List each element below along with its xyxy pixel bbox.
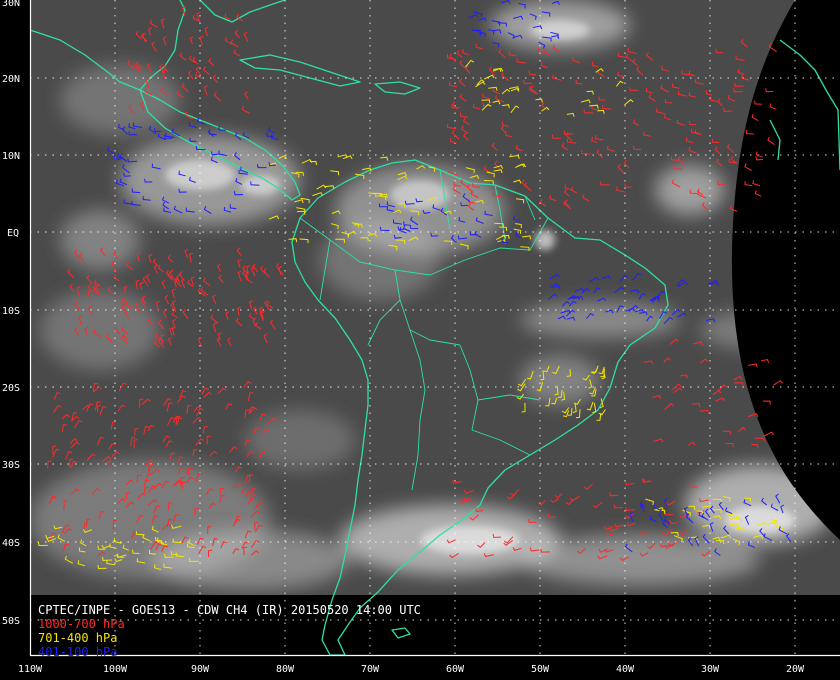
lon-label-70w: 70W bbox=[361, 664, 380, 675]
lat-label-30n: 30N bbox=[2, 0, 20, 9]
satellite-map: 30N 20N 10N EQ 10S 20S 30S 40S 50S 110W … bbox=[0, 0, 840, 680]
legend-entry-mid-level: 701-400 hPa bbox=[38, 631, 118, 645]
lat-label-eq: EQ bbox=[7, 228, 19, 239]
lon-label-110w: 110W bbox=[18, 664, 43, 675]
lat-label-40s: 40S bbox=[2, 538, 20, 549]
lon-label-100w: 100W bbox=[103, 664, 128, 675]
lat-label-20n: 20N bbox=[2, 74, 20, 85]
lon-label-80w: 80W bbox=[276, 664, 295, 675]
lat-label-10s: 10S bbox=[2, 306, 20, 317]
legend-entry-low-level: 1000-700 hPa bbox=[38, 617, 125, 631]
lon-label-50w: 50W bbox=[531, 664, 550, 675]
map-title: CPTEC/INPE - GOES13 - CDW CH4 (IR) 20150… bbox=[38, 603, 421, 617]
lat-label-20s: 20S bbox=[2, 383, 20, 394]
lon-label-20w: 20W bbox=[786, 664, 805, 675]
lat-label-10n: 10N bbox=[2, 151, 20, 162]
lon-label-60w: 60W bbox=[446, 664, 465, 675]
legend-entry-upper-level: 401-100 hPa bbox=[38, 645, 118, 659]
lat-label-50s: 50S bbox=[2, 616, 20, 627]
lon-label-40w: 40W bbox=[616, 664, 635, 675]
lat-label-30s: 30S bbox=[2, 460, 20, 471]
lon-label-90w: 90W bbox=[191, 664, 210, 675]
lon-label-30w: 30W bbox=[701, 664, 720, 675]
